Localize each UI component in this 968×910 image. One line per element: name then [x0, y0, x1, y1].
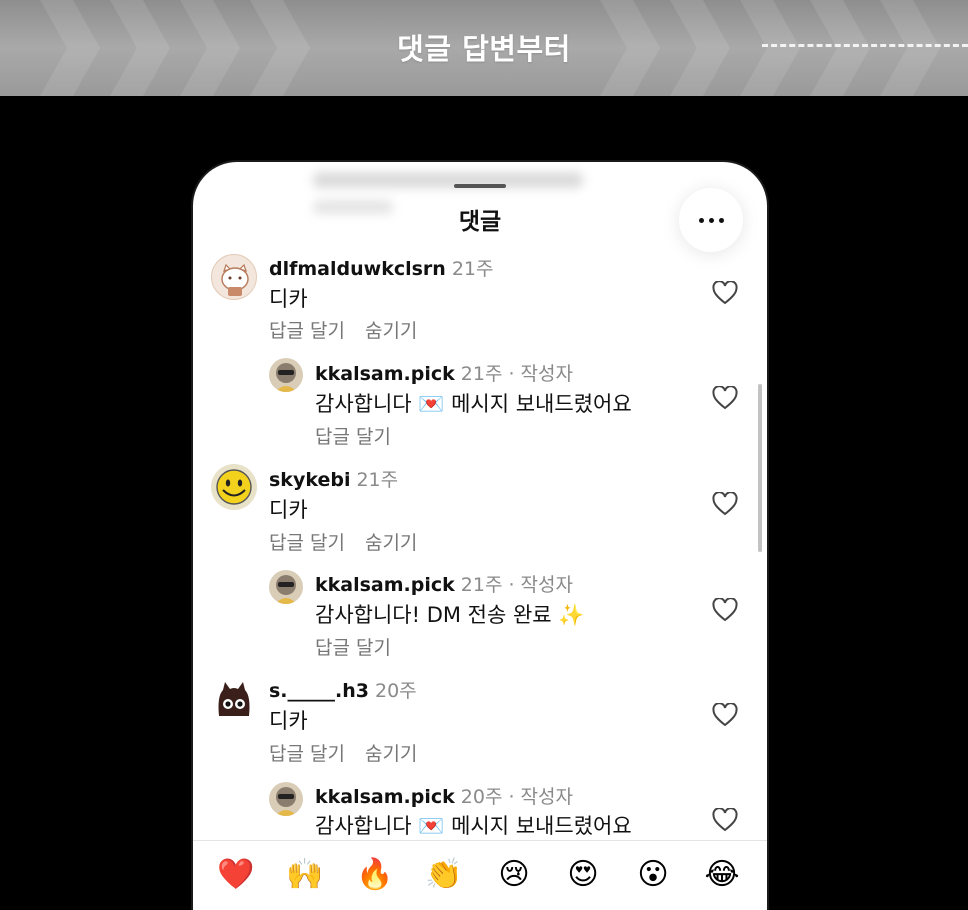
avatar[interactable]	[211, 464, 257, 510]
emoji-clapping[interactable]: 👏	[424, 855, 464, 895]
avatar[interactable]	[269, 782, 303, 816]
comment-username[interactable]: kkalsam.pick	[315, 363, 455, 385]
banner-title: 댓글 답변부터	[397, 32, 571, 66]
header-banner: 댓글 답변부터	[0, 0, 968, 96]
heart-icon[interactable]	[712, 703, 738, 727]
scrollbar[interactable]	[758, 384, 762, 552]
comment-username[interactable]: kkalsam.pick	[315, 786, 455, 808]
heart-icon[interactable]	[712, 598, 738, 622]
comment-text: 감사합니다 💌 메시지 보내드렸어요	[315, 814, 632, 838]
emoji-reaction-bar: ❤️ 🙌 🔥 👏 😢 😍 😮 😂	[193, 840, 767, 910]
comment-time: 21주	[356, 469, 399, 491]
emoji-fire[interactable]: 🔥	[355, 855, 395, 895]
heart-icon[interactable]	[712, 808, 738, 832]
avatar[interactable]	[269, 358, 303, 392]
comment-username[interactable]: kkalsam.pick	[315, 574, 455, 596]
comment-username[interactable]: s._____.h3	[269, 680, 369, 702]
hide-button[interactable]: 숨기기	[365, 320, 417, 342]
hide-button[interactable]: 숨기기	[365, 532, 417, 554]
comment-username[interactable]: skykebi	[269, 469, 350, 491]
comment-time: 21주 · 작성자	[460, 363, 573, 385]
emoji-raised-hands[interactable]: 🙌	[285, 855, 325, 895]
comments-sheet: 댓글 dlfmalduwkclsrn 21주 디카 답글 달기 숨기기 kkal…	[193, 162, 767, 910]
comment-time: 21주 · 작성자	[460, 574, 573, 596]
emoji-heart[interactable]: ❤️	[216, 855, 256, 895]
heart-icon[interactable]	[712, 492, 738, 516]
reply-button[interactable]: 답글 달기	[269, 532, 345, 554]
reply-button[interactable]: 답글 달기	[269, 320, 345, 342]
hide-button[interactable]: 숨기기	[365, 743, 417, 765]
comment-time: 20주	[375, 680, 417, 702]
comment-text: 디카	[269, 709, 308, 733]
avatar[interactable]	[211, 676, 257, 722]
banner-dashed-line	[762, 44, 968, 47]
comment-username[interactable]: dlfmalduwkclsrn	[269, 258, 446, 280]
heart-icon[interactable]	[712, 386, 738, 410]
comment-time: 21주	[451, 258, 494, 280]
avatar[interactable]	[211, 254, 257, 300]
emoji-laughing[interactable]: 😂	[702, 855, 742, 895]
more-horizontal-icon	[698, 217, 704, 223]
emoji-heart-eyes[interactable]: 😍	[563, 855, 603, 895]
reply-button[interactable]: 답글 달기	[269, 743, 345, 765]
more-options-button[interactable]	[679, 188, 743, 252]
reply-button[interactable]: 답글 달기	[315, 637, 391, 659]
avatar[interactable]	[269, 570, 303, 604]
reply-button[interactable]: 답글 달기	[315, 426, 391, 448]
heart-icon[interactable]	[712, 281, 738, 305]
comment-text: 디카	[269, 498, 308, 522]
sheet-grabber[interactable]	[454, 184, 506, 188]
emoji-surprised[interactable]: 😮	[633, 855, 673, 895]
comment-time: 20주 · 작성자	[460, 786, 573, 808]
comment-text: 감사합니다! DM 전송 완료 ✨	[315, 603, 585, 627]
comment-text: 감사합니다 💌 메시지 보내드렸어요	[315, 392, 632, 416]
emoji-crying[interactable]: 😢	[494, 855, 534, 895]
comment-text: 디카	[269, 287, 308, 311]
